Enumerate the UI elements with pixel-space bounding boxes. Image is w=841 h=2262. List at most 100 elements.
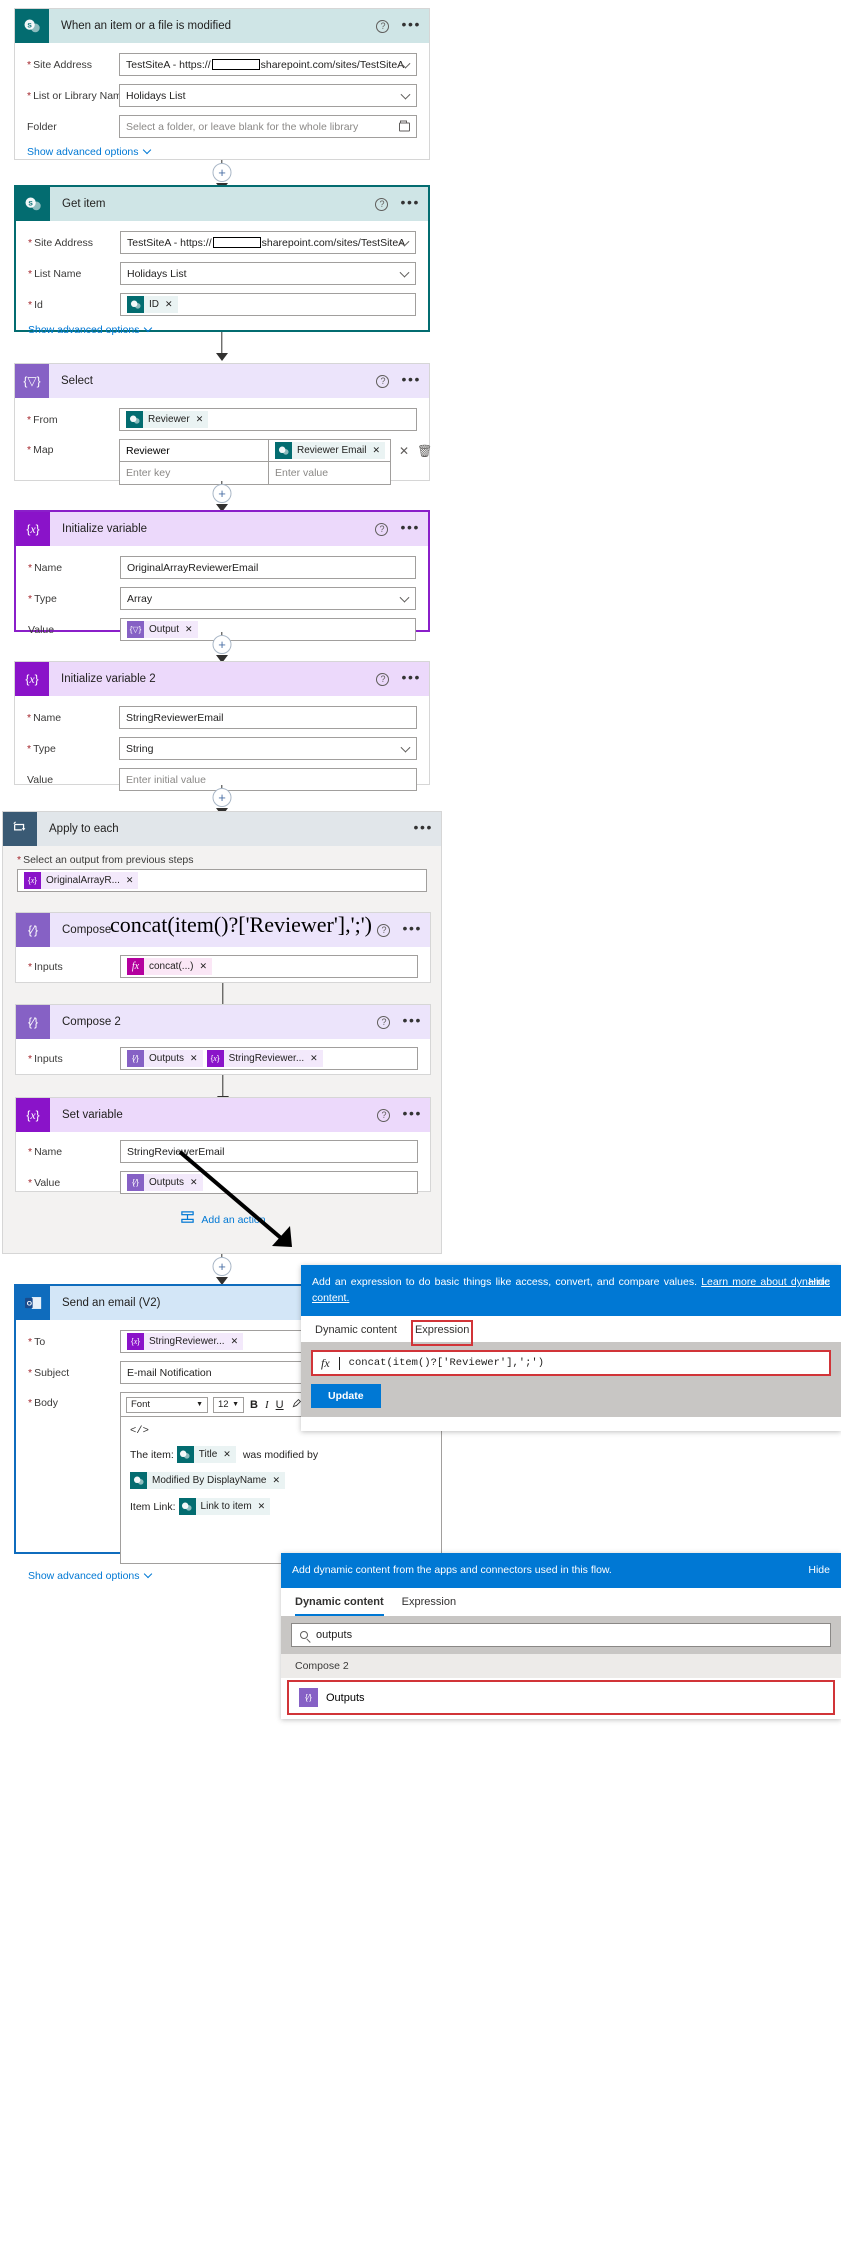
font-family-select[interactable]: Font ▼: [126, 1396, 208, 1413]
tab-dynamic-content[interactable]: Dynamic content: [315, 1324, 397, 1342]
email-body-editor[interactable]: </> The item: Title ✕ was modified by Mo…: [120, 1416, 442, 1564]
dynamic-token-original-array[interactable]: {x} OriginalArrayR... ✕: [24, 872, 139, 889]
remove-token-icon[interactable]: ✕: [223, 1449, 231, 1460]
variable-name-input[interactable]: StringReviewerEmail: [119, 706, 417, 729]
site-address-input[interactable]: TestSiteA - https:// sharepoint.com/sites…: [119, 53, 417, 76]
folder-icon[interactable]: [399, 120, 410, 131]
action-card-select[interactable]: {▽} Select ? ••• From Reviewer ✕: [14, 363, 432, 485]
hide-button[interactable]: Hide: [808, 1562, 830, 1578]
card-header[interactable]: {▽} Select ? •••: [15, 364, 429, 398]
remove-token-icon[interactable]: ✕: [258, 1501, 266, 1512]
more-options-button[interactable]: •••: [400, 195, 420, 210]
insert-step-button[interactable]: +: [212, 484, 232, 503]
remove-token-icon[interactable]: ✕: [165, 299, 173, 310]
card-header[interactable]: {x} Initialize variable 2 ? •••: [15, 662, 429, 696]
list-name-input[interactable]: Holidays List: [120, 262, 416, 285]
variable-type-select[interactable]: Array: [120, 587, 416, 610]
help-icon[interactable]: ?: [375, 522, 389, 536]
more-options-button[interactable]: •••: [402, 1106, 422, 1121]
remove-token-icon[interactable]: ✕: [273, 1475, 281, 1486]
action-card-get-item[interactable]: S Get item ? ••• Site Address TestSiteA …: [14, 185, 430, 336]
map-value-input-1[interactable]: Reviewer Email ✕: [269, 439, 391, 462]
chevron-down-icon[interactable]: [399, 592, 410, 603]
remove-token-icon[interactable]: ✕: [231, 1336, 239, 1347]
select-output-input[interactable]: {x} OriginalArrayR... ✕: [17, 869, 427, 892]
underline-button[interactable]: U: [275, 1399, 285, 1411]
remove-token-icon[interactable]: ✕: [199, 961, 207, 972]
italic-button[interactable]: I: [264, 1399, 270, 1411]
hide-button[interactable]: Hide: [808, 1274, 830, 1290]
help-icon[interactable]: ?: [376, 374, 390, 388]
help-icon[interactable]: ?: [377, 1015, 391, 1029]
dynamic-content-popup[interactable]: Hide Add dynamic content from the apps a…: [281, 1553, 841, 1719]
more-options-button[interactable]: •••: [413, 820, 433, 835]
expression-input[interactable]: fx concat(item()?['Reviewer'],';'): [311, 1350, 831, 1376]
card-header[interactable]: S When an item or a file is modified ? •…: [15, 9, 429, 43]
action-card-initialize-variable-2[interactable]: {x} Initialize variable 2 ? ••• Name Str…: [14, 661, 430, 791]
delete-row-icon[interactable]: 🗑: [417, 444, 432, 458]
site-address-input[interactable]: TestSiteA - https:// sharepoint.com/sites…: [120, 231, 416, 254]
action-card-initialize-variable[interactable]: {x} Initialize variable ? ••• Name Origi…: [14, 510, 430, 641]
dynamic-token-link-to-item[interactable]: Link to item ✕: [178, 1498, 271, 1515]
insert-step-button[interactable]: +: [212, 1257, 232, 1276]
compose-inputs-input[interactable]: fx concat(...) ✕: [120, 955, 418, 978]
more-options-button[interactable]: •••: [401, 372, 421, 387]
chevron-down-icon[interactable]: [399, 267, 410, 278]
remove-token-icon[interactable]: ✕: [310, 1053, 318, 1064]
from-input[interactable]: Reviewer ✕: [119, 408, 417, 431]
card-header[interactable]: {∕} Compose 2 ? •••: [16, 1005, 430, 1039]
dynamic-content-item-outputs[interactable]: {∕} Outputs: [287, 1680, 835, 1715]
remove-token-icon[interactable]: ✕: [126, 875, 134, 886]
help-icon[interactable]: ?: [376, 672, 390, 686]
id-input[interactable]: ID ✕: [120, 293, 416, 316]
dynamic-token-string-reviewer[interactable]: {x} StringReviewer... ✕: [127, 1333, 244, 1350]
map-key-input-1[interactable]: Reviewer: [119, 439, 269, 462]
card-header[interactable]: S Get item ? •••: [16, 187, 428, 221]
insert-step-button[interactable]: +: [212, 163, 232, 182]
remove-token-icon[interactable]: ✕: [372, 445, 380, 456]
more-options-button[interactable]: •••: [400, 520, 420, 535]
help-icon[interactable]: ?: [377, 1108, 391, 1122]
card-header[interactable]: {x} Set variable ? •••: [16, 1098, 430, 1132]
expression-token-concat[interactable]: fx concat(...) ✕: [127, 958, 213, 975]
folder-input[interactable]: Select a folder, or leave blank for the …: [119, 115, 417, 138]
help-icon[interactable]: ?: [376, 19, 390, 33]
tab-expression[interactable]: Expression: [402, 1596, 456, 1616]
dynamic-token-reviewer[interactable]: Reviewer ✕: [126, 411, 209, 428]
help-icon[interactable]: ?: [375, 197, 389, 211]
card-header[interactable]: Apply to each •••: [3, 812, 441, 846]
card-header[interactable]: {x} Initialize variable ? •••: [16, 512, 428, 546]
show-advanced-options-trigger[interactable]: Show advanced options: [27, 145, 417, 158]
variable-name-input[interactable]: OriginalArrayReviewerEmail: [120, 556, 416, 579]
more-options-button[interactable]: •••: [401, 670, 421, 685]
font-size-select[interactable]: 12 ▼: [213, 1396, 244, 1413]
dynamic-token-modified-by[interactable]: Modified By DisplayName ✕: [130, 1472, 286, 1489]
help-icon[interactable]: ?: [377, 923, 391, 937]
chevron-down-icon[interactable]: [400, 89, 411, 100]
compose2-inputs-input[interactable]: {∕} Outputs ✕ {x} StringReviewer... ✕: [120, 1047, 418, 1070]
more-options-button[interactable]: •••: [402, 921, 422, 936]
variable-type-select[interactable]: String: [119, 737, 417, 760]
remove-token-icon[interactable]: ✕: [190, 1053, 198, 1064]
chevron-down-icon[interactable]: [400, 742, 411, 753]
dynamic-token-title[interactable]: Title ✕: [176, 1446, 236, 1463]
dynamic-content-search-input[interactable]: outputs: [291, 1623, 831, 1647]
dynamic-token-string-reviewer[interactable]: {x} StringReviewer... ✕: [206, 1050, 323, 1067]
more-options-button[interactable]: •••: [401, 17, 421, 32]
list-library-name-input[interactable]: Holidays List: [119, 84, 417, 107]
insert-step-button[interactable]: +: [212, 788, 232, 807]
dynamic-token-reviewer-email[interactable]: Reviewer Email ✕: [275, 442, 386, 459]
remove-token-icon[interactable]: ✕: [196, 414, 204, 425]
dynamic-token-id[interactable]: ID ✕: [127, 296, 178, 313]
more-options-button[interactable]: •••: [402, 1013, 422, 1028]
tab-dynamic-content[interactable]: Dynamic content: [295, 1596, 384, 1616]
clear-row-icon[interactable]: ✕: [399, 444, 409, 458]
update-button[interactable]: Update: [311, 1384, 381, 1408]
expression-editor-popup[interactable]: Hide Add an expression to do basic thing…: [301, 1265, 841, 1431]
bold-button[interactable]: B: [249, 1399, 259, 1411]
action-card-compose-2[interactable]: {∕} Compose 2 ? ••• Inputs {∕} Outputs ✕: [15, 1004, 431, 1075]
action-card-trigger[interactable]: S When an item or a file is modified ? •…: [14, 8, 430, 160]
insert-step-button[interactable]: +: [212, 635, 232, 654]
dynamic-token-outputs[interactable]: {∕} Outputs ✕: [127, 1050, 203, 1067]
tab-expression[interactable]: Expression: [410, 1320, 474, 1346]
